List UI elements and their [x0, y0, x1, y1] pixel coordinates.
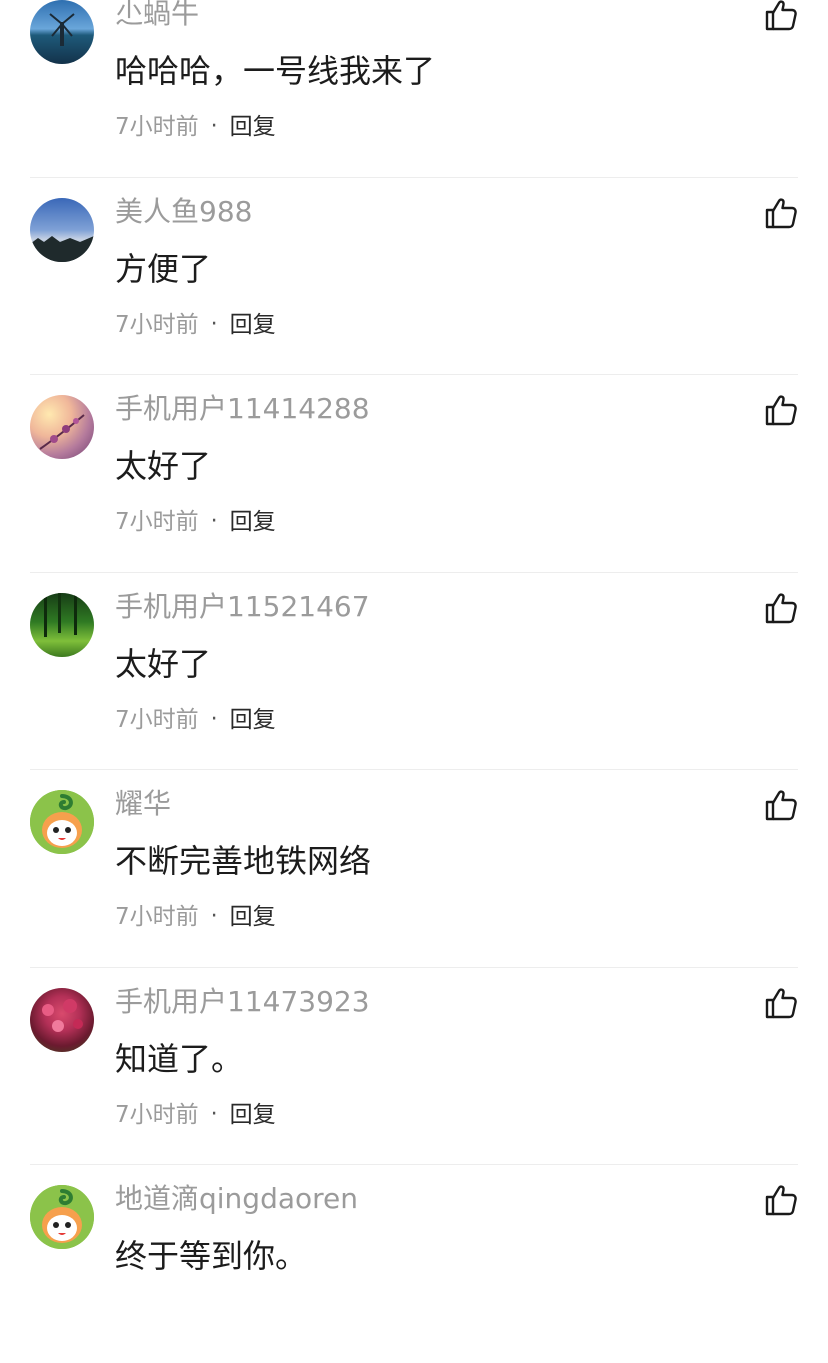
- reply-button[interactable]: 回复: [230, 508, 276, 536]
- separator-dot: ·: [210, 1101, 218, 1127]
- comment-item: 地道滴qingdaoren 终于等到你。: [0, 1165, 828, 1363]
- timestamp: 7小时前: [115, 706, 199, 733]
- username[interactable]: 手机用户11414288: [115, 393, 370, 425]
- separator-dot: ·: [210, 509, 218, 534]
- comment-item: 美人鱼988 方便了 7小时前 · 回复: [0, 178, 828, 375]
- thumbs-up-icon[interactable]: [764, 788, 798, 822]
- comment-item: 手机用户11414288 太好了 7小时前 · 回复: [0, 375, 828, 573]
- reply-button[interactable]: 回复: [230, 903, 276, 931]
- comment-meta: 7小时前 · 回复: [115, 903, 276, 931]
- separator-dot: ·: [210, 706, 218, 732]
- comment-list: 尐蝸牛 哈哈哈，一号线我来了 7小时前 · 回复 美人鱼988 方便了 7小时前…: [0, 0, 828, 1363]
- avatar[interactable]: [30, 197, 94, 262]
- comment-text: 哈哈哈，一号线我来了: [115, 52, 436, 90]
- comment-meta: 7小时前 · 回复: [115, 311, 276, 339]
- thumbs-up-icon[interactable]: [764, 196, 798, 230]
- thumbs-up-icon[interactable]: [764, 0, 798, 32]
- reply-button[interactable]: 回复: [230, 1101, 276, 1129]
- separator-dot: ·: [210, 114, 218, 139]
- comment-text: 不断完善地铁网络: [115, 842, 372, 880]
- thumbs-up-icon[interactable]: [764, 591, 798, 625]
- thumbs-up-icon[interactable]: [764, 393, 798, 427]
- timestamp: 7小时前: [115, 904, 199, 930]
- comment-item: 耀华 不断完善地铁网络 7小时前 · 回复: [0, 770, 828, 968]
- reply-button[interactable]: 回复: [230, 311, 276, 339]
- timestamp: 7小时前: [115, 311, 199, 338]
- reply-button[interactable]: 回复: [230, 706, 276, 734]
- timestamp: 7小时前: [115, 114, 199, 140]
- username[interactable]: 地道滴qingdaoren: [115, 1183, 358, 1215]
- comment-text: 太好了: [115, 447, 212, 485]
- comment-item: 手机用户11521467 太好了 7小时前 · 回复: [0, 573, 828, 770]
- thumbs-up-icon[interactable]: [764, 986, 798, 1020]
- comment-meta: 7小时前 · 回复: [115, 706, 276, 734]
- avatar[interactable]: [30, 592, 94, 657]
- comment-item: 尐蝸牛 哈哈哈，一号线我来了 7小时前 · 回复: [0, 0, 828, 178]
- separator-dot: ·: [210, 311, 218, 337]
- username[interactable]: 手机用户11521467: [115, 590, 370, 623]
- timestamp: 7小时前: [115, 509, 199, 535]
- username[interactable]: 耀华: [115, 788, 171, 820]
- reply-button[interactable]: 回复: [230, 113, 276, 141]
- comment-text: 太好了: [115, 644, 212, 683]
- comment-meta: 7小时前 · 回复: [115, 113, 276, 141]
- comment-meta: 7小时前 · 回复: [115, 508, 276, 536]
- comment-meta: 7小时前 · 回复: [115, 1101, 276, 1129]
- timestamp: 7小时前: [115, 1101, 199, 1128]
- avatar[interactable]: [30, 395, 94, 459]
- username[interactable]: 手机用户11473923: [115, 985, 370, 1018]
- avatar[interactable]: [30, 987, 94, 1052]
- thumbs-up-icon[interactable]: [764, 1183, 798, 1217]
- username[interactable]: 尐蝸牛: [115, 0, 199, 30]
- separator-dot: ·: [210, 904, 218, 929]
- avatar[interactable]: [30, 790, 94, 854]
- avatar[interactable]: [30, 0, 94, 64]
- comment-text: 终于等到你。: [115, 1237, 308, 1275]
- comment-text: 方便了: [115, 249, 212, 288]
- avatar[interactable]: [30, 1185, 94, 1249]
- comment-text: 知道了。: [115, 1039, 244, 1078]
- comment-item: 手机用户11473923 知道了。 7小时前 · 回复: [0, 968, 828, 1165]
- username[interactable]: 美人鱼988: [115, 195, 252, 228]
